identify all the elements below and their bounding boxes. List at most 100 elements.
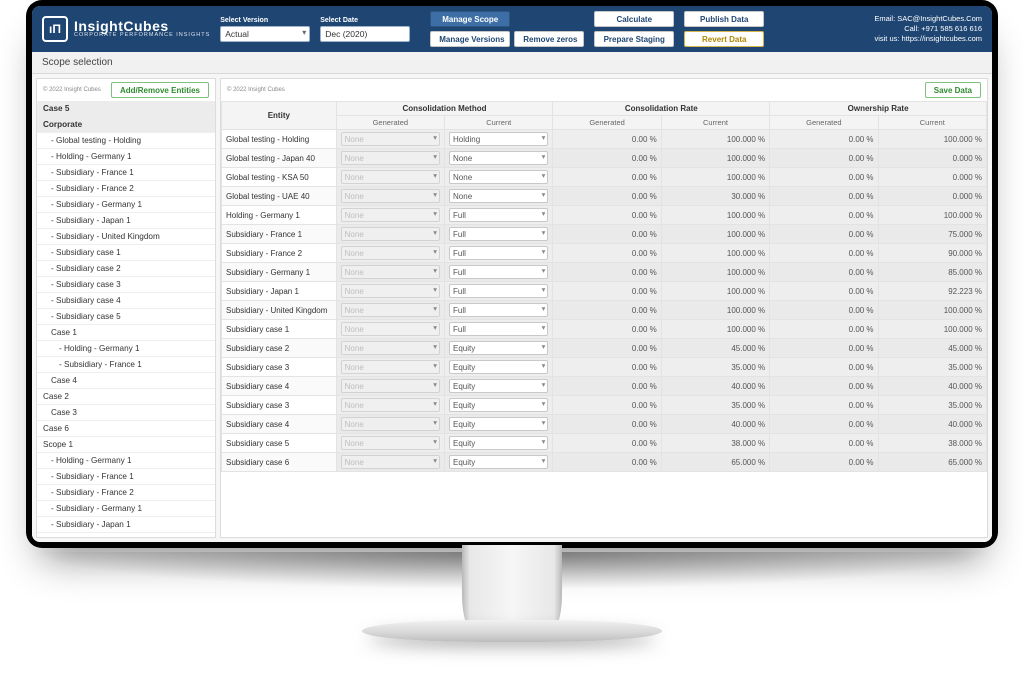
cell-orate-current[interactable]: 38.000 % — [878, 434, 986, 453]
tree-item[interactable]: - Subsidiary case 4 — [37, 293, 215, 309]
cell-method-current[interactable]: Equity — [445, 396, 553, 415]
cell-method-current[interactable]: Full — [445, 320, 553, 339]
date-input[interactable] — [320, 26, 410, 42]
cell-method-generated[interactable]: None — [336, 206, 444, 225]
cell-orate-current[interactable]: 35.000 % — [878, 358, 986, 377]
tree-item[interactable]: - Subsidiary case 3 — [37, 277, 215, 293]
tree-item[interactable]: Corporate — [37, 117, 215, 133]
tree-item[interactable]: - Subsidiary - France 1 — [37, 469, 215, 485]
cell-crate-current[interactable]: 100.000 % — [661, 149, 769, 168]
tree-item[interactable]: Case 1 — [37, 325, 215, 341]
cell-method-generated[interactable]: None — [336, 339, 444, 358]
cell-method-current[interactable]: None — [445, 149, 553, 168]
tree-item[interactable]: - Subsidiary - Germany 1 — [37, 197, 215, 213]
cell-crate-current[interactable]: 65.000 % — [661, 453, 769, 472]
cell-crate-current[interactable]: 100.000 % — [661, 206, 769, 225]
scope-table-wrap[interactable]: Entity Consolidation Method Consolidatio… — [221, 101, 987, 537]
publish-data-button[interactable]: Publish Data — [684, 11, 764, 27]
cell-orate-current[interactable]: 100.000 % — [878, 130, 986, 149]
cell-crate-current[interactable]: 100.000 % — [661, 130, 769, 149]
cell-method-generated[interactable]: None — [336, 187, 444, 206]
cell-orate-current[interactable]: 35.000 % — [878, 396, 986, 415]
cell-crate-current[interactable]: 40.000 % — [661, 377, 769, 396]
cell-orate-current[interactable]: 45.000 % — [878, 339, 986, 358]
cell-crate-current[interactable]: 100.000 % — [661, 168, 769, 187]
cell-method-current[interactable]: Equity — [445, 415, 553, 434]
cell-orate-current[interactable]: 75.000 % — [878, 225, 986, 244]
tree-item[interactable]: - Subsidiary - France 1 — [37, 357, 215, 373]
cell-method-current[interactable]: Holding — [445, 130, 553, 149]
cell-method-current[interactable]: Equity — [445, 453, 553, 472]
cell-crate-current[interactable]: 100.000 % — [661, 282, 769, 301]
cell-method-generated[interactable]: None — [336, 396, 444, 415]
entity-tree[interactable]: Case 5Corporate- Global testing - Holdin… — [37, 101, 215, 537]
tree-item[interactable]: Case 2 — [37, 389, 215, 405]
cell-orate-current[interactable]: 85.000 % — [878, 263, 986, 282]
prepare-staging-button[interactable]: Prepare Staging — [594, 31, 674, 47]
cell-orate-current[interactable]: 100.000 % — [878, 206, 986, 225]
tree-item[interactable]: Case 3 — [37, 405, 215, 421]
cell-orate-current[interactable]: 0.000 % — [878, 187, 986, 206]
version-select[interactable]: Actual — [220, 26, 310, 42]
cell-method-generated[interactable]: None — [336, 149, 444, 168]
cell-method-generated[interactable]: None — [336, 263, 444, 282]
tree-item[interactable]: - Subsidiary case 5 — [37, 309, 215, 325]
cell-method-current[interactable]: Equity — [445, 434, 553, 453]
cell-method-generated[interactable]: None — [336, 453, 444, 472]
cell-method-current[interactable]: Full — [445, 263, 553, 282]
cell-crate-current[interactable]: 30.000 % — [661, 187, 769, 206]
revert-data-button[interactable]: Revert Data — [684, 31, 764, 47]
cell-method-generated[interactable]: None — [336, 244, 444, 263]
cell-method-generated[interactable]: None — [336, 434, 444, 453]
cell-crate-current[interactable]: 100.000 % — [661, 244, 769, 263]
cell-method-generated[interactable]: None — [336, 282, 444, 301]
cell-crate-current[interactable]: 100.000 % — [661, 301, 769, 320]
cell-orate-current[interactable]: 40.000 % — [878, 377, 986, 396]
manage-scope-button[interactable]: Manage Scope — [430, 11, 510, 27]
save-data-button[interactable]: Save Data — [925, 82, 981, 98]
tree-item[interactable]: - Subsidiary - United Kingdom — [37, 229, 215, 245]
tree-item[interactable]: - Holding - Germany 1 — [37, 453, 215, 469]
tree-item[interactable]: Scope 1 — [37, 437, 215, 453]
tree-item[interactable]: - Subsidiary - France 1 — [37, 165, 215, 181]
cell-method-generated[interactable]: None — [336, 168, 444, 187]
cell-method-current[interactable]: Full — [445, 244, 553, 263]
cell-crate-current[interactable]: 35.000 % — [661, 396, 769, 415]
tree-item[interactable]: Case 4 — [37, 373, 215, 389]
cell-crate-current[interactable]: 38.000 % — [661, 434, 769, 453]
cell-crate-current[interactable]: 100.000 % — [661, 225, 769, 244]
tree-item[interactable]: Case 6 — [37, 421, 215, 437]
cell-crate-current[interactable]: 45.000 % — [661, 339, 769, 358]
tree-item[interactable]: - Subsidiary - Japan 1 — [37, 517, 215, 533]
cell-orate-current[interactable]: 92.223 % — [878, 282, 986, 301]
cell-method-current[interactable]: Full — [445, 282, 553, 301]
cell-method-current[interactable]: None — [445, 187, 553, 206]
cell-crate-current[interactable]: 100.000 % — [661, 263, 769, 282]
tree-item[interactable]: - Holding - Germany 1 — [37, 341, 215, 357]
remove-zeros-button[interactable]: Remove zeros — [514, 31, 584, 47]
tree-item[interactable]: Scope 2 — [37, 533, 215, 537]
cell-orate-current[interactable]: 100.000 % — [878, 301, 986, 320]
tree-item[interactable]: - Subsidiary - Japan 1 — [37, 213, 215, 229]
add-remove-entities-button[interactable]: Add/Remove Entities — [111, 82, 209, 98]
tree-item[interactable]: - Subsidiary - France 2 — [37, 181, 215, 197]
cell-method-generated[interactable]: None — [336, 225, 444, 244]
cell-crate-current[interactable]: 100.000 % — [661, 320, 769, 339]
cell-method-generated[interactable]: None — [336, 320, 444, 339]
cell-method-current[interactable]: Full — [445, 225, 553, 244]
tree-item[interactable]: - Subsidiary case 1 — [37, 245, 215, 261]
cell-method-generated[interactable]: None — [336, 415, 444, 434]
cell-crate-current[interactable]: 35.000 % — [661, 358, 769, 377]
manage-versions-button[interactable]: Manage Versions — [430, 31, 510, 47]
cell-method-current[interactable]: Full — [445, 301, 553, 320]
tree-item[interactable]: - Global testing - Holding — [37, 133, 215, 149]
cell-method-generated[interactable]: None — [336, 130, 444, 149]
tree-item[interactable]: Case 5 — [37, 101, 215, 117]
cell-method-generated[interactable]: None — [336, 377, 444, 396]
cell-orate-current[interactable]: 65.000 % — [878, 453, 986, 472]
cell-orate-current[interactable]: 90.000 % — [878, 244, 986, 263]
cell-method-generated[interactable]: None — [336, 301, 444, 320]
cell-orate-current[interactable]: 0.000 % — [878, 168, 986, 187]
cell-orate-current[interactable]: 100.000 % — [878, 320, 986, 339]
cell-method-current[interactable]: Equity — [445, 358, 553, 377]
